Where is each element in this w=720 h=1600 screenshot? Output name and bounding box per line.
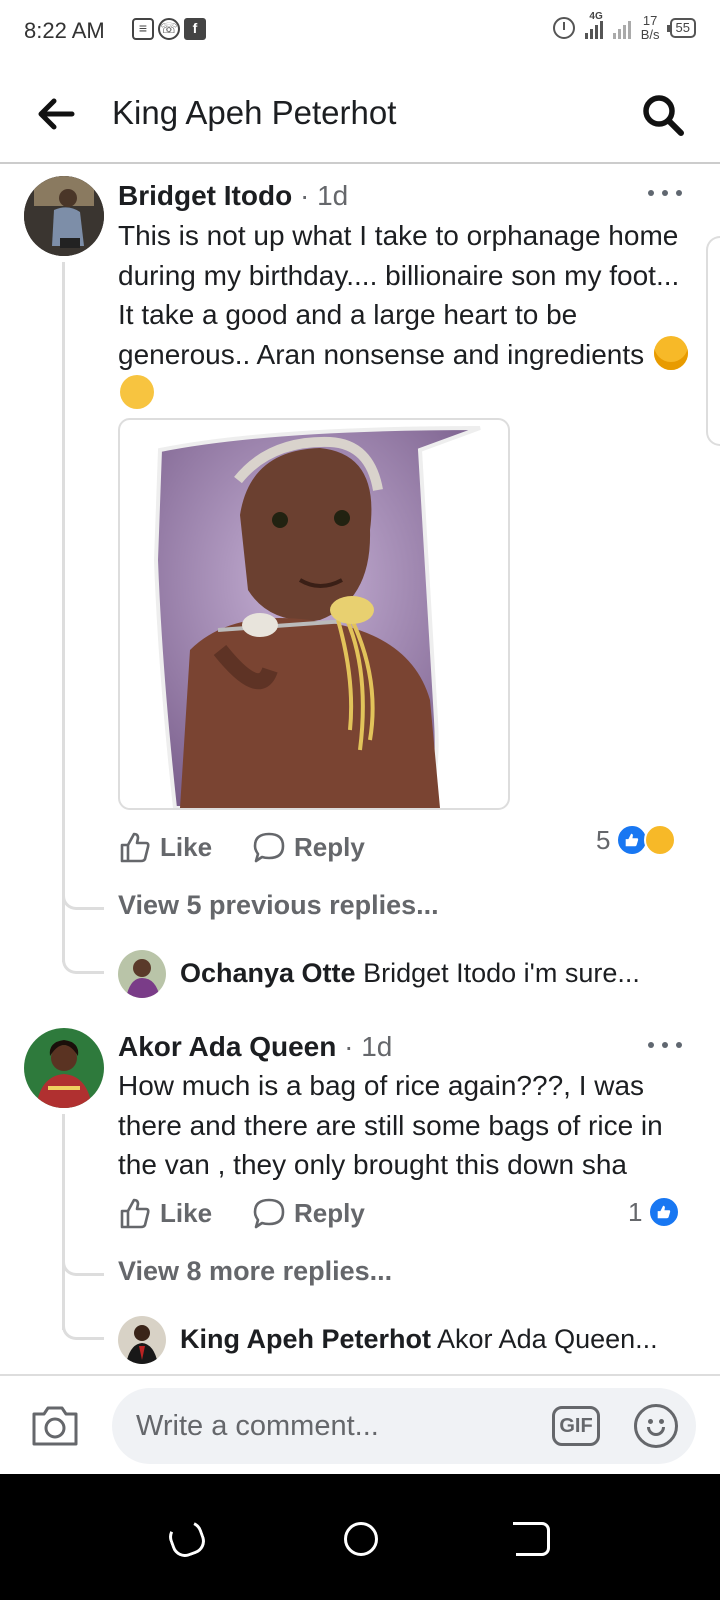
like-button[interactable]: Like <box>118 830 212 864</box>
gif-icon[interactable]: GIF <box>552 1406 600 1446</box>
view-more-replies-link[interactable]: View 8 more replies... <box>118 1256 392 1287</box>
alarm-icon <box>552 17 575 39</box>
thumbs-up-outline-icon <box>120 1198 150 1229</box>
network-type: 4G <box>589 11 603 22</box>
thread-branch <box>62 1306 104 1340</box>
reaction-summary[interactable]: 5 <box>596 824 677 856</box>
network-speed: 17 B/s <box>640 13 660 42</box>
reply-button[interactable]: Reply <box>252 830 365 864</box>
comment-author[interactable]: Bridget Itodo · 1d <box>118 180 348 212</box>
thread-branch <box>62 880 104 910</box>
signal-icon: 4G <box>584 11 603 39</box>
reply-avatar[interactable] <box>118 1316 166 1364</box>
reaction-summary[interactable]: 1 <box>628 1196 681 1228</box>
reply-avatar[interactable] <box>118 950 166 998</box>
comment-bubble-icon <box>253 1198 285 1229</box>
reply-author[interactable]: Ochanya Otte <box>180 958 356 988</box>
side-edge-handle[interactable] <box>706 236 720 446</box>
thinking-face-emoji-icon <box>120 375 154 409</box>
status-indicators: 4G 17 B/s 55 <box>552 11 696 42</box>
reply-preview[interactable]: King Apeh Peterhot Akor Ada Queen... <box>180 1324 658 1355</box>
message-notification-icon: ≡ <box>132 18 154 40</box>
comment-sticker-image[interactable] <box>118 418 510 810</box>
reply-snippet: Akor Ada Queen... <box>437 1324 658 1354</box>
view-previous-replies-link[interactable]: View 5 previous replies... <box>118 890 439 921</box>
comment-input[interactable] <box>112 1388 696 1464</box>
comment-time: · 1d <box>344 1031 393 1062</box>
haha-reaction-icon <box>644 824 677 856</box>
more-options-icon[interactable] <box>648 1042 682 1052</box>
like-button[interactable]: Like <box>118 1196 212 1230</box>
cool-sunglasses-emoji-icon <box>653 335 688 370</box>
page-title: King Apeh Peterhot <box>112 94 397 131</box>
status-bar: 8:22 AM ≡ ☏ f 4G 17 B/s 55 <box>0 0 720 64</box>
reply-button[interactable]: Reply <box>252 1196 365 1230</box>
comment-time: · 1d <box>299 180 349 211</box>
thread-line <box>62 262 65 962</box>
thread-line <box>62 1114 65 1330</box>
signal-secondary-icon <box>612 17 631 39</box>
like-reaction-icon <box>648 1196 681 1228</box>
reply-snippet: Bridget Itodo i'm sure... <box>363 958 640 988</box>
thread-branch <box>62 940 104 974</box>
comment-body: How much is a bag of rice again???, I wa… <box>118 1070 663 1180</box>
reply-author[interactable]: King Apeh Peterhot <box>180 1324 431 1354</box>
search-icon[interactable] <box>640 92 686 138</box>
status-time: 8:22 AM <box>24 18 105 43</box>
comment-bubble-icon <box>253 832 285 863</box>
reply-preview[interactable]: Ochanya Otte Bridget Itodo i'm sure... <box>180 958 640 989</box>
more-options-icon[interactable] <box>648 190 682 200</box>
child-eating-noodles-image <box>153 426 481 808</box>
comment-composer: GIF <box>0 1374 720 1474</box>
comment-author[interactable]: Akor Ada Queen · 1d <box>118 1031 392 1063</box>
battery-icon: 55 <box>666 18 696 38</box>
avatar-photo <box>24 176 104 256</box>
system-back-icon[interactable] <box>513 1522 550 1556</box>
avatar[interactable] <box>24 1028 104 1108</box>
emoji-picker-icon[interactable] <box>634 1404 678 1448</box>
reaction-count: 5 <box>596 824 611 855</box>
comment-body: This is not up what I take to orphanage … <box>118 216 688 414</box>
recent-apps-icon[interactable] <box>165 1517 209 1561</box>
system-navigation-bar <box>0 1474 720 1600</box>
reaction-count: 1 <box>628 1196 643 1227</box>
whatsapp-notification-icon: ☏ <box>158 18 180 40</box>
thumbs-up-outline-icon <box>120 832 150 863</box>
facebook-notification-icon: f <box>184 18 206 40</box>
avatar[interactable] <box>24 176 104 256</box>
back-arrow-icon[interactable] <box>34 92 78 136</box>
thread-branch <box>62 1246 104 1276</box>
top-header: King Apeh Peterhot <box>0 64 720 164</box>
notification-icons: ≡ ☏ f <box>132 18 206 40</box>
camera-icon[interactable] <box>30 1402 80 1448</box>
home-icon[interactable] <box>344 1522 378 1556</box>
